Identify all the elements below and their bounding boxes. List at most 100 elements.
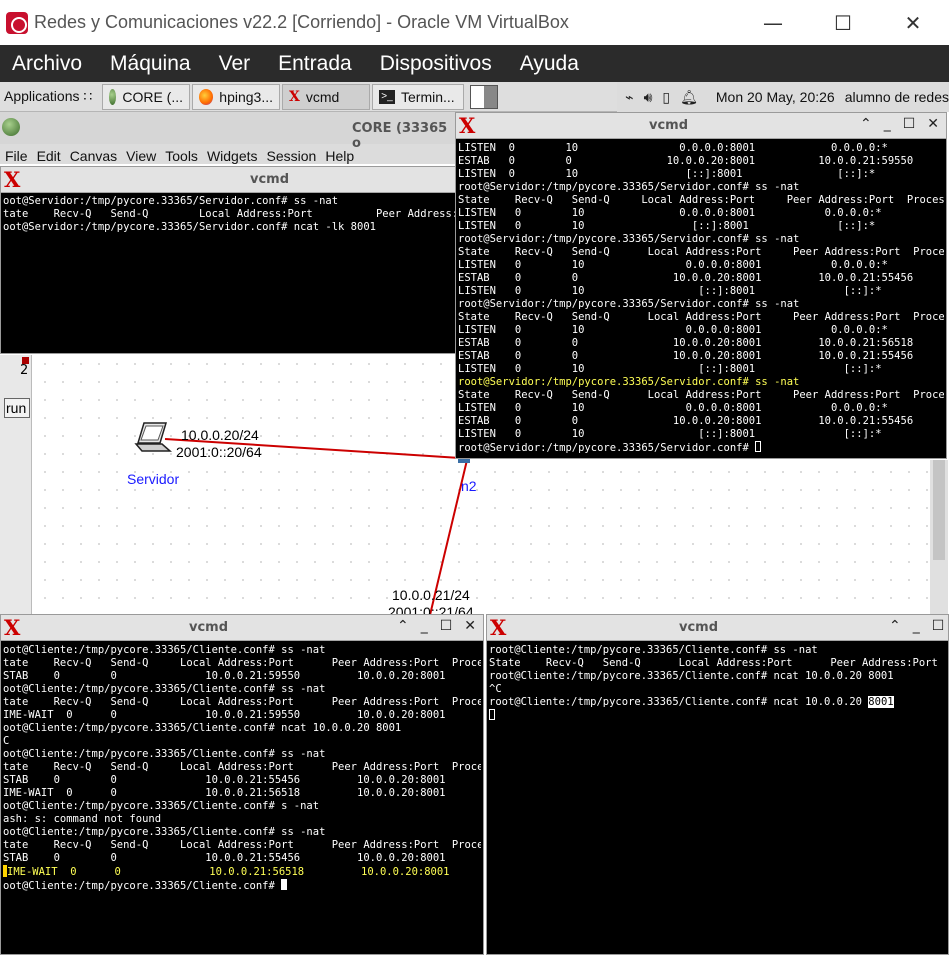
servidor-ipv4-label: 10.0.0.20/24 bbox=[181, 427, 259, 443]
terminal-line: ^C bbox=[489, 683, 502, 695]
core-menu-session[interactable]: Session bbox=[267, 148, 317, 166]
terminal-line: LISTEN 0 10 0.0.0.0:8001 0.0.0.0:* bbox=[458, 324, 888, 336]
menu-dispositivos[interactable]: Dispositivos bbox=[380, 52, 492, 76]
terminal-prompt: root@Cliente:/tmp/pycore.33365/Cliente.c… bbox=[489, 696, 869, 708]
core-titlebar: CORE (33365 o bbox=[0, 112, 460, 151]
selected-text: 8001 bbox=[868, 696, 894, 708]
battery-icon[interactable]: ▯ bbox=[662, 89, 670, 106]
menu-maquina[interactable]: Máquina bbox=[110, 52, 191, 76]
xterm-icon: X bbox=[459, 113, 476, 138]
terminal-line: tate Recv-Q Send-Q Local Address:Port Pe… bbox=[3, 761, 481, 773]
close-button[interactable]: ✕ bbox=[878, 0, 948, 45]
terminal-shade-button[interactable]: ⌃ bbox=[889, 618, 901, 634]
task-terminal-label: Termin... bbox=[401, 88, 455, 105]
terminal-line: oot@Cliente:/tmp/pycore.33365/Cliente.co… bbox=[3, 826, 326, 838]
core-menu-tools[interactable]: Tools bbox=[165, 148, 198, 166]
terminal-window-controls: ⌃ _ ☐ ✕ bbox=[385, 618, 476, 634]
terminal-cursor bbox=[281, 879, 288, 890]
terminal-titlebar: X vcmd bbox=[1, 167, 457, 193]
terminal-line: STAB 0 0 10.0.0.21:55456 10.0.0.20:8001 bbox=[3, 852, 446, 864]
core-menu-widgets[interactable]: Widgets bbox=[207, 148, 258, 166]
core-logo-icon bbox=[2, 118, 20, 136]
terminal-titlebar: X vcmd ⌃ _ ☐ ✕ bbox=[1, 615, 483, 641]
terminal-line: root@Servidor:/tmp/pycore.33365/Servidor… bbox=[458, 298, 800, 310]
menu-ayuda[interactable]: Ayuda bbox=[520, 52, 579, 76]
volume-icon[interactable]: 🔊︎ bbox=[644, 89, 653, 106]
menu-entrada[interactable]: Entrada bbox=[278, 52, 352, 76]
switch-node-name[interactable]: n2 bbox=[461, 478, 477, 494]
terminal-line: tate Recv-Q Send-Q Local Address:Port Pe… bbox=[3, 657, 481, 669]
terminal-titlebar: X vcmd ⌃ _ ☐ bbox=[487, 615, 948, 641]
terminal-output[interactable]: LISTEN 0 10 0.0.0.0:8001 0.0.0.0:* ESTAB… bbox=[458, 142, 944, 456]
task-firefox-label: hping3... bbox=[219, 88, 273, 105]
terminal-titlebar: X vcmd ⌃ _ ☐ ✕ bbox=[456, 113, 946, 139]
vbox-titlebar: Redes y Comunicaciones v22.2 [Corriendo]… bbox=[0, 0, 949, 45]
terminal-line: oot@Cliente:/tmp/pycore.33365/Cliente.co… bbox=[3, 722, 402, 734]
xterm-icon: X bbox=[4, 615, 21, 640]
canvas-vertical-scrollbar[interactable] bbox=[930, 460, 948, 615]
terminal-title: vcmd bbox=[679, 620, 719, 635]
terminal-line: oot@Cliente:/tmp/pycore.33365/Cliente.co… bbox=[3, 644, 326, 656]
core-menu-view[interactable]: View bbox=[126, 148, 156, 166]
terminal-servidor-main[interactable]: X vcmd ⌃ _ ☐ ✕ LISTEN 0 10 0.0.0.0:8001 … bbox=[455, 112, 947, 459]
terminal-icon: >_ bbox=[379, 89, 395, 104]
terminal-minimize-button[interactable]: _ bbox=[913, 618, 920, 634]
network-icon[interactable]: ⌁ bbox=[625, 89, 633, 106]
menu-ver[interactable]: Ver bbox=[219, 52, 251, 76]
terminal-line: State Recv-Q Send-Q Local Address:Port P… bbox=[489, 657, 946, 669]
guest-top-panel: Applications ∷ CORE (... hping3... X vcm… bbox=[0, 82, 949, 112]
terminal-close-button[interactable]: ✕ bbox=[927, 116, 939, 132]
core-menu-canvas[interactable]: Canvas bbox=[70, 148, 117, 166]
virtualbox-app-icon bbox=[6, 11, 28, 34]
task-firefox[interactable]: hping3... bbox=[192, 83, 280, 110]
terminal-line: ESTAB 0 0 10.0.0.20:8001 10.0.0.21:56518 bbox=[458, 337, 914, 349]
terminal-cliente-right[interactable]: X vcmd ⌃ _ ☐ root@Cliente:/tmp/pycore.33… bbox=[486, 614, 949, 955]
terminal-minimize-button[interactable]: _ bbox=[884, 116, 891, 132]
clock[interactable]: Mon 20 May, 20:26 bbox=[716, 89, 835, 105]
terminal-prompt-line: oot@Cliente:/tmp/pycore.33365/Cliente.co… bbox=[3, 879, 481, 893]
core-menu-help[interactable]: Help bbox=[325, 148, 354, 166]
laptop-icon[interactable] bbox=[134, 422, 172, 452]
terminal-minimize-button[interactable]: _ bbox=[421, 618, 428, 634]
terminal-line: IME-WAIT 0 0 10.0.0.21:59550 10.0.0.20:8… bbox=[3, 709, 446, 721]
terminal-output[interactable]: root@Cliente:/tmp/pycore.33365/Cliente.c… bbox=[489, 644, 946, 952]
terminal-line: STAB 0 0 10.0.0.21:59550 10.0.0.20:8001 bbox=[3, 670, 446, 682]
terminal-line: root@Cliente:/tmp/pycore.33365/Cliente.c… bbox=[489, 644, 818, 656]
core-menu-edit[interactable]: Edit bbox=[37, 148, 61, 166]
terminal-maximize-button[interactable]: ☐ bbox=[932, 618, 945, 634]
core-menu-file[interactable]: File bbox=[5, 148, 28, 166]
terminal-output[interactable]: oot@Servidor:/tmp/pycore.33365/Servidor.… bbox=[3, 195, 455, 351]
terminal-cliente-left[interactable]: X vcmd ⌃ _ ☐ ✕ oot@Cliente:/tmp/pycore.3… bbox=[0, 614, 484, 955]
applications-menu[interactable]: Applications ∷ bbox=[0, 84, 100, 110]
maximize-button[interactable]: ☐ bbox=[808, 0, 878, 45]
terminal-maximize-button[interactable]: ☐ bbox=[440, 618, 453, 634]
terminal-servidor-small[interactable]: X vcmd oot@Servidor:/tmp/pycore.33365/Se… bbox=[0, 166, 458, 354]
terminal-command-line: root@Cliente:/tmp/pycore.33365/Cliente.c… bbox=[489, 696, 946, 709]
terminal-line: LISTEN 0 10 0.0.0.0:8001 0.0.0.0:* bbox=[458, 402, 888, 414]
scrollbar-thumb[interactable] bbox=[933, 460, 945, 560]
terminal-maximize-button[interactable]: ☐ bbox=[903, 116, 916, 132]
terminal-output[interactable]: oot@Cliente:/tmp/pycore.33365/Cliente.co… bbox=[3, 644, 481, 952]
terminal-highlighted-line: IME-WAIT 0 0 10.0.0.21:56518 10.0.0.20:8… bbox=[3, 865, 481, 879]
terminal-close-button[interactable]: ✕ bbox=[464, 618, 476, 634]
task-terminal[interactable]: >_ Termin... bbox=[372, 83, 464, 110]
terminal-title: vcmd bbox=[189, 620, 229, 635]
terminal-line: LISTEN 0 10 [::]:8001 [::]:* bbox=[458, 428, 882, 440]
terminal-shade-button[interactable]: ⌃ bbox=[397, 618, 409, 634]
terminal-shade-button[interactable]: ⌃ bbox=[860, 116, 872, 132]
menu-archivo[interactable]: Archivo bbox=[12, 52, 82, 76]
terminal-line: LISTEN 0 10 [::]:8001 [::]:* bbox=[458, 285, 882, 297]
servidor-node-name[interactable]: Servidor bbox=[127, 471, 179, 487]
firefox-icon bbox=[199, 88, 214, 105]
terminal-line: C bbox=[3, 735, 10, 747]
task-vcmd[interactable]: X vcmd bbox=[282, 83, 370, 110]
user-menu[interactable]: alumno de redes bbox=[845, 89, 949, 105]
notification-bell-icon[interactable]: 🔔︎ bbox=[680, 89, 698, 106]
workspace-switcher-icon[interactable] bbox=[470, 84, 498, 109]
cliente-ipv4-label: 10.0.0.21/24 bbox=[392, 587, 470, 603]
core-icon bbox=[109, 88, 117, 105]
terminal-cursor bbox=[489, 709, 495, 720]
terminal-line: ESTAB 0 0 10.0.0.20:8001 10.0.0.21:55456 bbox=[458, 350, 914, 362]
task-core[interactable]: CORE (... bbox=[102, 83, 190, 110]
minimize-button[interactable]: — bbox=[738, 0, 808, 45]
